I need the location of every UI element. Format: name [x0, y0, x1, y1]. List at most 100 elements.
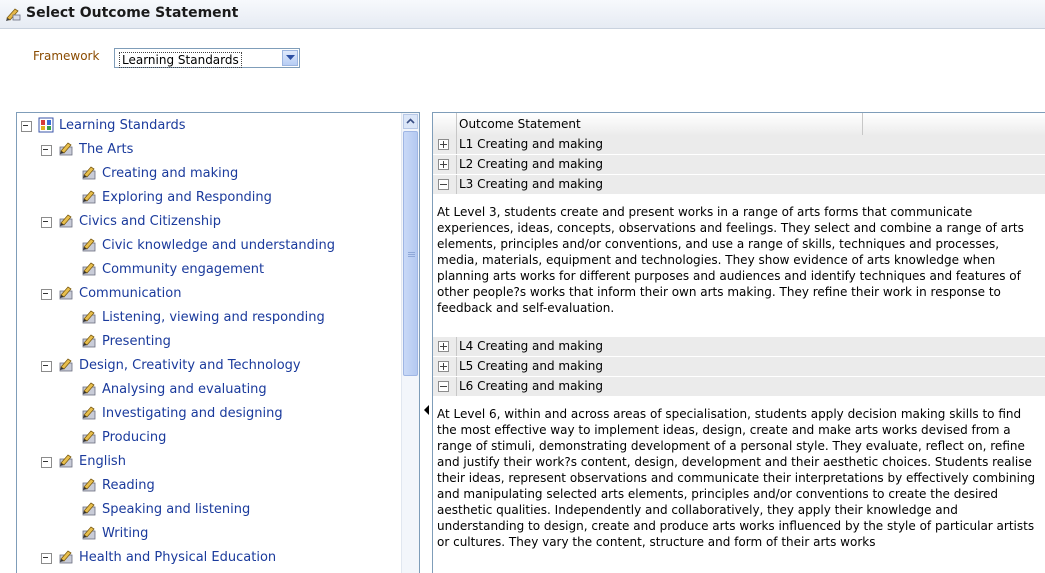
window-title: Select Outcome Statement	[26, 5, 239, 21]
outcome-icon	[81, 237, 97, 253]
outcome-icon	[81, 429, 97, 445]
tree-item-label: Health and Physical Education	[79, 550, 277, 565]
expand-icon[interactable]	[438, 361, 449, 372]
collapse-icon[interactable]	[438, 179, 449, 190]
outcome-description: At Level 6, within and across areas of s…	[437, 407, 1036, 549]
expand-icon[interactable]	[438, 139, 449, 150]
outcome-row-label: L2 Creating and making	[456, 155, 603, 174]
tree-item-english[interactable]: English	[41, 452, 126, 472]
tree-item-label: Civic knowledge and understanding	[102, 238, 335, 253]
outcome-icon	[81, 165, 97, 181]
tree-item-community-engagement[interactable]: Community engagement	[81, 260, 264, 280]
outcome-row[interactable]: L1 Creating and making	[433, 135, 1045, 155]
outcome-row-label: L1 Creating and making	[456, 135, 603, 154]
grid-header: Outcome Statement	[433, 113, 1045, 136]
tree-item-label: Presenting	[102, 334, 171, 349]
outcome-row[interactable]: L2 Creating and making	[433, 155, 1045, 175]
tree-item-label: Learning Standards	[59, 118, 186, 133]
outcome-row-label: L4 Creating and making	[456, 337, 603, 356]
outcome-icon	[6, 8, 21, 21]
outcome-row[interactable]: L3 Creating and making	[433, 175, 1045, 195]
expand-icon[interactable]	[438, 159, 449, 170]
collapse-icon[interactable]	[438, 381, 449, 392]
outcome-icon	[81, 477, 97, 493]
outcome-icon	[81, 501, 97, 517]
tree-item-label: Writing	[102, 526, 149, 541]
outcome-row-label: L6 Creating and making	[456, 377, 603, 396]
tree-item-creating-and-making[interactable]: Creating and making	[81, 164, 238, 184]
tree-item-analysing-and-evaluating[interactable]: Analysing and evaluating	[81, 380, 267, 400]
outcome-icon	[81, 525, 97, 541]
tree-item-label: The Arts	[79, 142, 134, 157]
outcome-row[interactable]: L4 Creating and making	[433, 337, 1045, 357]
tree-item-communication[interactable]: Communication	[41, 284, 181, 304]
tree-item-label: English	[79, 454, 126, 469]
scroll-up-button[interactable]	[403, 114, 418, 129]
tree-item-learning-standards[interactable]: Learning Standards	[21, 116, 185, 136]
framework-tree: Learning Standards The Arts Creating and m…	[16, 112, 420, 573]
tree-item-label: Reading	[102, 478, 155, 493]
collapse-icon[interactable]	[41, 216, 52, 228]
tree-item-listening-viewing-and-responding[interactable]: Listening, viewing and responding	[81, 308, 325, 328]
outcome-icon	[81, 333, 97, 349]
tree-item-label: Design, Creativity and Technology	[79, 358, 301, 373]
outcome-icon	[81, 189, 97, 205]
tree-item-writing[interactable]: Writing	[81, 524, 148, 544]
outcome-icon	[58, 285, 74, 301]
collapse-icon[interactable]	[41, 552, 52, 564]
outcome-row[interactable]: L5 Creating and making	[433, 357, 1045, 377]
tree-scrollbar[interactable]	[401, 113, 419, 573]
tree-item-civics-and-citizenship[interactable]: Civics and Citizenship	[41, 212, 221, 232]
tree-item-label: Investigating and designing	[102, 406, 283, 421]
tree-item-label: Creating and making	[102, 166, 239, 181]
tree-item-exploring-and-responding[interactable]: Exploring and Responding	[81, 188, 272, 208]
tree-item-label: Civics and Citizenship	[79, 214, 221, 229]
outcome-row[interactable]: L6 Creating and making	[433, 377, 1045, 397]
tree-item-label: Speaking and listening	[102, 502, 251, 517]
tree-item-the-arts[interactable]: The Arts	[41, 140, 133, 160]
collapse-icon[interactable]	[41, 288, 52, 300]
collapse-icon[interactable]	[41, 456, 52, 468]
outcome-description: At Level 3, students create and present …	[437, 205, 1024, 315]
collapse-left-icon[interactable]	[424, 405, 429, 415]
tree-item-design-creativity-and-technology[interactable]: Design, Creativity and Technology	[41, 356, 301, 376]
tree-item-label: Analysing and evaluating	[102, 382, 267, 397]
outcome-icon	[58, 357, 74, 373]
outcome-icon	[81, 309, 97, 325]
tree-item-presenting[interactable]: Presenting	[81, 332, 171, 352]
tree-item-speaking-and-listening[interactable]: Speaking and listening	[81, 500, 250, 520]
outcome-icon	[58, 213, 74, 229]
framework-label: Framework	[33, 49, 100, 63]
expand-icon[interactable]	[438, 341, 449, 352]
outcome-row-label: L3 Creating and making	[456, 175, 603, 194]
collapse-icon[interactable]	[41, 144, 52, 156]
chevron-down-icon[interactable]	[282, 50, 298, 66]
tree-item-health-and-physical-education[interactable]: Health and Physical Education	[41, 548, 276, 568]
tree-item-label: Community engagement	[102, 262, 265, 277]
tree-item-label: Exploring and Responding	[102, 190, 272, 205]
tree-item-label: Producing	[102, 430, 167, 445]
tree-item-reading[interactable]: Reading	[81, 476, 155, 496]
tree-item-civic-knowledge-and-understanding[interactable]: Civic knowledge and understanding	[81, 236, 335, 256]
collapse-icon[interactable]	[41, 360, 52, 372]
tree-item-label: Listening, viewing and responding	[102, 310, 325, 325]
outcome-icon	[58, 549, 74, 565]
outcome-icon	[81, 405, 97, 421]
outcome-icon	[58, 453, 74, 469]
outcome-icon	[81, 381, 97, 397]
outcome-grid: Outcome Statement L1 Creating and making…	[432, 112, 1045, 573]
tree-item-investigating-and-designing[interactable]: Investigating and designing	[81, 404, 283, 424]
title-bar: Select Outcome Statement	[0, 0, 1045, 29]
framework-select-value: Learning Standards	[119, 52, 242, 68]
column-header-outcome-statement[interactable]: Outcome Statement	[456, 113, 863, 135]
pane-splitter[interactable]	[420, 112, 432, 573]
tree-item-label: Communication	[79, 286, 182, 301]
outcome-icon	[58, 141, 74, 157]
outcome-row-label: L5 Creating and making	[456, 357, 603, 376]
scroll-thumb[interactable]	[403, 131, 418, 376]
tree-item-producing[interactable]: Producing	[81, 428, 166, 448]
outcome-icon	[81, 261, 97, 277]
collapse-icon[interactable]	[21, 120, 32, 132]
framework-select[interactable]: Learning Standards	[114, 48, 300, 68]
framework-icon	[38, 117, 54, 133]
